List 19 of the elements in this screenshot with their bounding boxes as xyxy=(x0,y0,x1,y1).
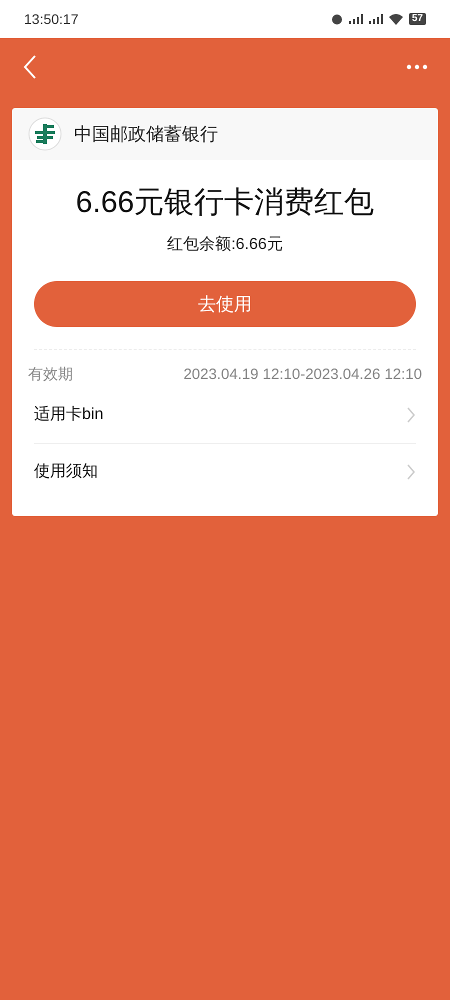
wifi-icon xyxy=(388,14,403,24)
validity-label: 有效期 xyxy=(28,365,73,385)
signal-icon xyxy=(368,14,383,24)
bank-name: 中国邮政储蓄银行 xyxy=(74,122,218,146)
menu-row[interactable]: 使用须知 xyxy=(34,444,416,500)
coupon-title: 6.66元银行卡消费红包 xyxy=(74,185,376,221)
status-time: 13:50:17 xyxy=(24,10,78,28)
use-button[interactable]: 去使用 xyxy=(34,281,416,327)
back-icon xyxy=(22,54,38,80)
more-icon xyxy=(406,64,428,70)
validity-dates: 2023.04.19 12:10-2023.04.26 12:10 xyxy=(183,365,422,385)
battery-icon: 57 xyxy=(408,13,426,25)
chevron-icon xyxy=(406,462,416,480)
coupon-balance: 红包余额:6.66元 xyxy=(166,234,284,255)
bank-logo-icon xyxy=(28,117,62,151)
signal-icon xyxy=(348,14,363,24)
alarm-icon xyxy=(330,13,343,25)
menu-row[interactable]: 适用卡bin xyxy=(34,386,416,442)
chevron-icon xyxy=(406,406,416,424)
